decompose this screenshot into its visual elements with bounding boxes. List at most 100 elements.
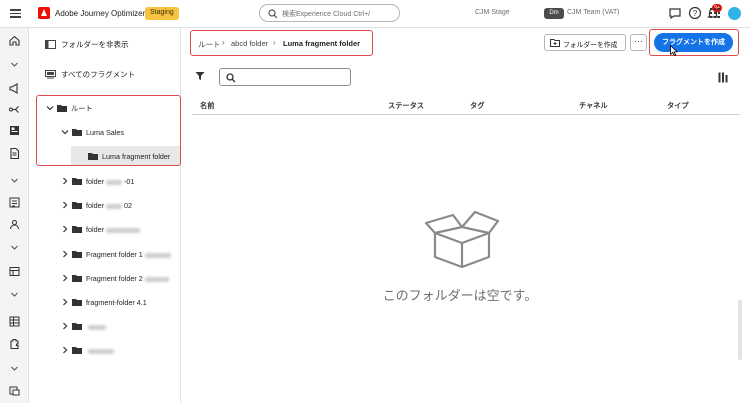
journey-icon[interactable] [8, 103, 21, 116]
apps-grid-icon[interactable] [710, 8, 720, 18]
chevron-down-icon[interactable] [10, 290, 19, 299]
tree-item-redacted-1[interactable] [30, 316, 180, 336]
redacted-text [88, 324, 106, 330]
breadcrumb-separator: › [273, 38, 276, 47]
hide-folders-toggle[interactable]: フォルダーを非表示 [45, 39, 129, 53]
settings-icon[interactable] [8, 384, 21, 397]
chevron-down-icon[interactable] [10, 364, 19, 373]
redacted-text [144, 276, 169, 282]
env-badge: Staging [145, 7, 179, 20]
chevron-down-icon[interactable] [10, 60, 19, 69]
team-badge[interactable]: Dm [544, 8, 564, 19]
chevron-right-icon[interactable] [61, 177, 69, 185]
column-header-name[interactable]: 名前 [200, 101, 214, 111]
column-settings-icon[interactable] [718, 72, 728, 83]
chevron-right-icon[interactable] [61, 225, 69, 233]
create-folder-button[interactable]: フォルダーを作成 [544, 34, 626, 51]
home-icon[interactable] [8, 34, 21, 47]
tree-item-folder-01[interactable]: folder -01 [30, 171, 180, 191]
tree-item-redacted-2[interactable] [30, 340, 180, 360]
column-header-type[interactable]: タイプ [667, 101, 689, 111]
folder-icon [72, 347, 82, 354]
folder-icon [72, 202, 82, 209]
chevron-right-icon[interactable] [61, 346, 69, 354]
folder-icon [72, 275, 82, 282]
chevron-right-icon[interactable] [61, 250, 69, 258]
column-header-channel[interactable]: チャネル [579, 101, 608, 111]
folder-icon [72, 323, 82, 330]
chevron-right-icon[interactable] [61, 274, 69, 282]
breadcrumb-separator: › [222, 38, 225, 47]
create-fragment-button[interactable]: フラグメントを作成 [654, 33, 733, 52]
filter-icon[interactable] [195, 71, 205, 81]
redacted-text [144, 252, 171, 258]
all-fragments-item[interactable]: すべてのフラグメント [45, 69, 135, 83]
adobe-logo-icon [38, 7, 50, 19]
fragments-icon [45, 70, 56, 79]
menu-icon[interactable] [10, 9, 21, 18]
tree-item-suffix: 02 [123, 201, 132, 210]
team-name[interactable]: CJM Team (VAT) [567, 9, 620, 16]
create-folder-label: フォルダーを作成 [563, 42, 618, 49]
svg-text:?: ? [693, 9, 698, 18]
folder-icon [72, 299, 82, 306]
audience-icon[interactable] [8, 218, 21, 231]
document-icon[interactable] [8, 147, 21, 160]
all-fragments-label: すべてのフラグメント [61, 70, 136, 79]
redacted-text [105, 227, 140, 233]
help-icon[interactable]: ? [688, 6, 702, 20]
tree-item-fragment-folder-4-1[interactable]: fragment-folder 4.1 [30, 292, 180, 312]
list-search-input[interactable] [219, 68, 351, 86]
tree-item-folder-3[interactable]: folder [30, 219, 180, 239]
breadcrumb-current: Luma fragment folder [283, 39, 361, 48]
plugin-icon[interactable] [8, 337, 21, 350]
chevron-down-icon[interactable] [10, 176, 19, 185]
chevron-right-icon[interactable] [61, 298, 69, 306]
breadcrumb: ルート › abcd folder › Luma fragment folder [190, 30, 373, 56]
folder-add-icon [550, 39, 560, 47]
megaphone-icon[interactable] [8, 82, 21, 95]
panel-icon [45, 40, 56, 49]
top-bar: Adobe Journey Optimizer Staging 検索Experi… [0, 0, 750, 28]
search-icon [268, 9, 278, 19]
empty-state-message: このフォルダーは空です。 [382, 288, 538, 303]
breadcrumb-parent[interactable]: abcd folder [231, 39, 268, 48]
checklist-icon[interactable] [8, 196, 21, 209]
chevron-right-icon[interactable] [61, 322, 69, 330]
app-title: Adobe Journey Optimizer [55, 9, 146, 18]
table-icon[interactable] [8, 265, 21, 278]
search-placeholder: 検索Experience Cloud Ctrl+/ [282, 11, 371, 18]
tree-item-label: folder [86, 201, 104, 210]
tree-highlight [36, 95, 181, 166]
datasets-icon[interactable] [8, 315, 21, 328]
content-icon[interactable] [8, 124, 21, 137]
empty-box-icon [424, 210, 500, 269]
chevron-down-icon[interactable] [10, 243, 19, 252]
folder-icon [72, 226, 82, 233]
left-rail [0, 28, 29, 403]
tree-item-folder-02[interactable]: folder 02 [30, 195, 180, 215]
hide-folders-label: フォルダーを非表示 [61, 40, 129, 49]
tree-item-label: fragment-folder 4.1 [86, 298, 147, 307]
redacted-text [88, 348, 114, 354]
column-header-tags[interactable]: タグ [470, 101, 484, 111]
tree-item-label: Fragment folder 1 [86, 250, 143, 259]
breadcrumb-root[interactable]: ルート [198, 39, 221, 50]
tree-item-fragment-folder-2[interactable]: Fragment folder 2 [30, 268, 180, 288]
column-header-status[interactable]: ステータス [388, 101, 424, 111]
tree-item-fragment-folder-1[interactable]: Fragment folder 1 [30, 244, 180, 264]
org-switcher[interactable]: CJM Stage [475, 9, 510, 16]
user-avatar[interactable] [728, 7, 741, 20]
tree-item-label: folder [86, 225, 104, 234]
tree-item-label: Fragment folder 2 [86, 274, 143, 283]
chevron-right-icon[interactable] [61, 201, 69, 209]
global-search-input[interactable]: 検索Experience Cloud Ctrl+/ [259, 4, 400, 22]
tree-item-suffix: -01 [123, 177, 135, 186]
search-icon [226, 73, 236, 83]
chat-icon[interactable] [668, 6, 682, 20]
tree-item-label: folder [86, 177, 104, 186]
scrollbar[interactable] [738, 300, 742, 360]
redacted-text [105, 203, 122, 209]
folder-icon [72, 251, 82, 258]
more-actions-button[interactable]: ··· [630, 34, 647, 51]
